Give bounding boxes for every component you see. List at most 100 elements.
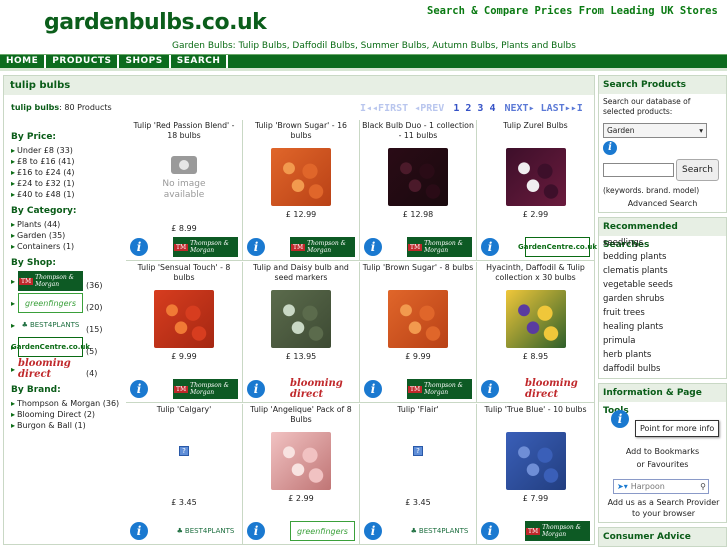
recommended-search-link[interactable]: herb plants: [603, 349, 722, 363]
info-icon[interactable]: i: [130, 380, 148, 398]
category-filter-item[interactable]: Containers (1): [11, 241, 126, 252]
favourites-link[interactable]: or Favourites: [599, 460, 726, 469]
shop-logo[interactable]: blooming direct: [525, 378, 590, 400]
product-card[interactable]: Hyacinth, Daffodil & Tulip collection x …: [477, 262, 594, 403]
price-filter-item[interactable]: Under £8 (33): [11, 145, 126, 156]
search-provider-field[interactable]: ➤▾ Harpoon ⚲: [613, 479, 709, 494]
pager-page-1[interactable]: 1: [453, 103, 459, 114]
thompson-morgan-logo[interactable]: TMThompson & Morgan: [18, 271, 84, 291]
nav-products[interactable]: PRODUCTS: [46, 55, 120, 68]
shop-logo[interactable]: TM Thompson & Morgan: [173, 379, 238, 399]
search-category-select[interactable]: Garden: [603, 123, 707, 138]
shop-filter-item[interactable]: TMThompson & Morgan(36): [11, 271, 126, 291]
brand-filter-item[interactable]: Blooming Direct (2): [11, 409, 126, 420]
product-name[interactable]: Tulip 'Brown Sugar' - 8 bulbs: [360, 263, 476, 284]
info-icon[interactable]: i: [364, 238, 382, 256]
search-input[interactable]: [603, 163, 674, 177]
pager-first[interactable]: I◂◂FIRST: [360, 103, 408, 114]
product-name[interactable]: Hyacinth, Daffodil & Tulip collection x …: [477, 263, 594, 284]
recommended-search-link[interactable]: bedding plants: [603, 251, 722, 265]
info-icon[interactable]: i: [130, 238, 148, 256]
shop-logo[interactable]: blooming direct: [290, 378, 355, 400]
product-card[interactable]: Tulip 'Calgary'? £ 3.45 i ♣ BEST4PLANTS: [126, 404, 243, 545]
product-card[interactable]: Tulip 'True Blue' - 10 bulbs £ 7.99 i TM Tho…: [477, 404, 594, 545]
recommended-search-link[interactable]: fruit trees: [603, 307, 722, 321]
site-logo[interactable]: gardenbulbs.co.uk: [44, 10, 267, 35]
price-filter-item[interactable]: £16 to £24 (4): [11, 167, 126, 178]
product-card[interactable]: Tulip 'Angelique' Pack of 8 Bulbs £ 2.99 i…: [243, 404, 360, 545]
product-image[interactable]: [505, 148, 566, 206]
recommended-search-link[interactable]: vegetable seeds: [603, 279, 722, 293]
product-name[interactable]: Black Bulb Duo - 1 collection - 11 bulbs: [360, 121, 476, 142]
brand-filter-item[interactable]: Burgon & Ball (1): [11, 420, 126, 431]
pager-next[interactable]: NEXT▸: [505, 103, 535, 114]
pager-page-4[interactable]: 4: [489, 103, 495, 114]
info-icon[interactable]: i: [603, 141, 617, 155]
shop-filter-item[interactable]: ♣BEST4PLANTS(15): [11, 315, 126, 335]
shop-logo[interactable]: TM Thompson & Morgan: [290, 237, 355, 257]
info-icon[interactable]: i: [130, 522, 148, 540]
price-filter-item[interactable]: £8 to £16 (41): [11, 156, 126, 167]
info-icon[interactable]: i: [247, 380, 265, 398]
shop-logo[interactable]: TM Thompson & Morgan: [173, 237, 238, 257]
shop-logo[interactable]: ♣ BEST4PLANTS: [407, 521, 472, 541]
product-image[interactable]: [505, 290, 566, 348]
product-name[interactable]: Tulip 'Angelique' Pack of 8 Bulbs: [243, 405, 359, 426]
product-card[interactable]: Tulip Zurel Bulbs £ 2.99 i GardenCentre.co.…: [477, 120, 597, 261]
shop-logo[interactable]: TM Thompson & Morgan: [525, 521, 590, 541]
pager-last[interactable]: LAST▸▸I: [541, 103, 583, 114]
info-icon[interactable]: i: [481, 380, 499, 398]
recommended-search-link[interactable]: garden shrubs: [603, 293, 722, 307]
shop-filter-item[interactable]: GardenCentre.co.uk(5): [11, 337, 126, 357]
brand-filter-item[interactable]: Thompson & Morgan (36): [11, 398, 126, 409]
advanced-search-link[interactable]: Advanced Search: [599, 199, 726, 212]
gardencentre-logo[interactable]: GardenCentre.co.uk: [11, 337, 90, 357]
product-name[interactable]: Tulip 'Calgary': [126, 405, 242, 426]
recommended-search-link[interactable]: healing plants: [603, 321, 722, 335]
product-name[interactable]: Tulip 'Brown Sugar' - 16 bulbs: [243, 121, 359, 142]
info-icon[interactable]: i: [247, 238, 265, 256]
shop-filter-item[interactable]: greenfingers(20): [11, 293, 126, 313]
info-icon[interactable]: i: [481, 238, 499, 256]
product-card[interactable]: Tulip 'Red Passion Blend' - 18 bulbs No i…: [126, 120, 243, 261]
product-name[interactable]: Tulip 'Flair': [360, 405, 476, 426]
product-image[interactable]: [271, 148, 331, 206]
info-icon[interactable]: i: [364, 380, 382, 398]
product-image[interactable]: [388, 148, 448, 206]
nav-search[interactable]: SEARCH: [171, 55, 229, 68]
product-image[interactable]: [271, 432, 331, 490]
info-icon[interactable]: i: [247, 522, 265, 540]
product-card[interactable]: Tulip and Daisy bulb and seed markers £ 1…: [243, 262, 360, 403]
info-icon[interactable]: i: [481, 522, 499, 540]
recommended-search-link[interactable]: primula: [603, 335, 722, 349]
nav-home[interactable]: HOME: [0, 55, 47, 68]
product-card[interactable]: Tulip 'Brown Sugar' - 8 bulbs £ 9.99 i TM Th…: [360, 262, 477, 403]
recommended-search-link[interactable]: clematis plants: [603, 265, 722, 279]
shop-logo[interactable]: ♣ BEST4PLANTS: [173, 521, 238, 541]
category-links[interactable]: Garden Bulbs: Tulip Bulbs, Daffodil Bulb…: [172, 41, 576, 51]
product-card[interactable]: Tulip 'Flair'? £ 3.45 i ♣ BEST4PLANTS: [360, 404, 477, 545]
bookmark-link[interactable]: Add to Bookmarks: [599, 447, 726, 456]
blooming-direct-logo[interactable]: blooming direct: [18, 358, 83, 380]
search-button[interactable]: Search: [676, 159, 719, 181]
product-name[interactable]: Tulip 'Sensual Touch' - 8 bulbs: [126, 263, 242, 284]
shop-filter-item[interactable]: blooming direct(4): [11, 358, 126, 380]
product-name[interactable]: Tulip 'Red Passion Blend' - 18 bulbs: [126, 121, 242, 142]
shop-logo[interactable]: TM Thompson & Morgan: [407, 379, 472, 399]
price-filter-item[interactable]: £24 to £32 (1): [11, 178, 126, 189]
nav-shops[interactable]: SHOPS: [119, 55, 171, 68]
recommended-search-link[interactable]: seedlings: [603, 237, 722, 251]
price-filter-item[interactable]: £40 to £48 (1): [11, 189, 126, 200]
product-image[interactable]: [388, 290, 448, 348]
product-image[interactable]: [505, 432, 566, 490]
info-icon[interactable]: i: [364, 522, 382, 540]
shop-logo[interactable]: TM Thompson & Morgan: [407, 237, 472, 257]
category-filter-item[interactable]: Plants (44): [11, 219, 126, 230]
product-image[interactable]: [154, 290, 214, 348]
product-card[interactable]: Tulip 'Sensual Touch' - 8 bulbs £ 9.99 i TM…: [126, 262, 243, 403]
shop-logo[interactable]: greenfingers: [290, 521, 355, 541]
greenfingers-logo[interactable]: greenfingers: [18, 293, 84, 313]
recommended-search-link[interactable]: daffodil bulbs: [603, 363, 722, 377]
pager-page-3[interactable]: 3: [477, 103, 483, 114]
product-name[interactable]: Tulip and Daisy bulb and seed markers: [243, 263, 359, 284]
